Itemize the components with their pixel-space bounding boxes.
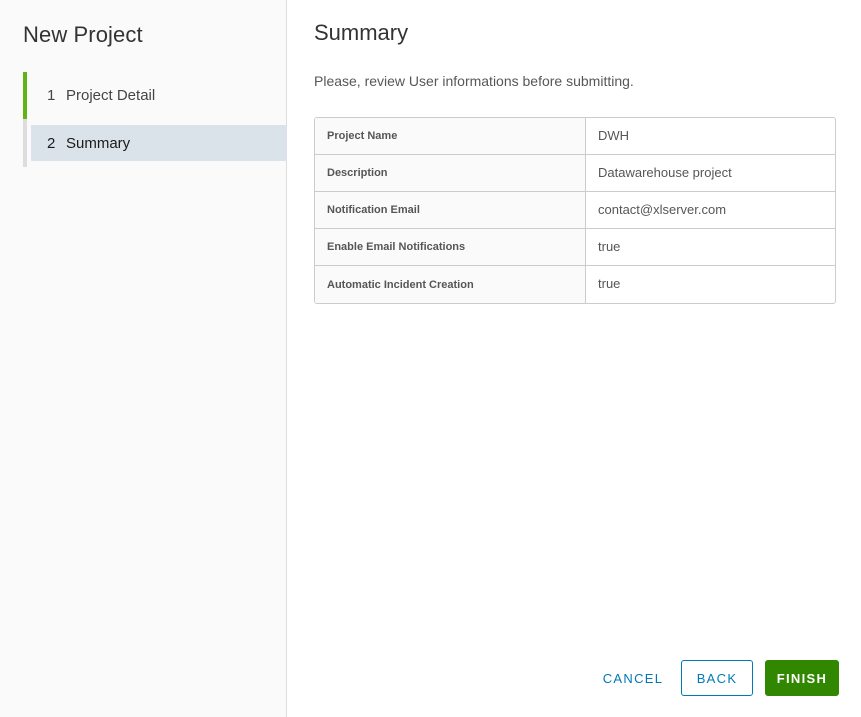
step-label: Project Detail	[66, 87, 156, 104]
wizard-step-project-detail-link[interactable]: 1 Project Detail	[31, 72, 287, 119]
wizard-title: New Project	[23, 22, 143, 47]
row-value: Datawarehouse project	[586, 155, 835, 192]
back-button[interactable]: BACK	[681, 660, 753, 696]
row-value: true	[598, 276, 621, 291]
page-subtitle: Please, review User informations before …	[314, 73, 634, 89]
row-key: Project Name	[315, 118, 586, 155]
summary-table: Project Name DWH Description Datawarehou…	[314, 117, 836, 304]
wizard-step-list: 1 Project Detail 2 Summary	[23, 72, 287, 167]
row-value: contact@xlserver.com	[586, 192, 835, 229]
step-number: 2	[47, 134, 56, 152]
step-label: Summary	[66, 134, 131, 152]
row-key: Notification Email	[315, 192, 586, 229]
page-title: Summary	[314, 20, 409, 45]
table-row: Notification Email contact@xlserver.com	[315, 192, 835, 229]
table-row: Enable Email Notifications true	[315, 229, 835, 266]
wizard-step-summary[interactable]: 2 Summary	[23, 119, 287, 167]
wizard-step-project-detail[interactable]: 1 Project Detail	[23, 72, 287, 119]
wizard-content: Summary Please, review User informations…	[288, 0, 861, 717]
row-key: Automatic Incident Creation	[315, 266, 586, 303]
step-number: 1	[47, 87, 56, 104]
finish-button[interactable]: FINISH	[765, 660, 839, 696]
row-value: DWH	[586, 118, 835, 155]
table-row: Project Name DWH	[315, 118, 835, 155]
wizard-sidebar: New Project 1 Project Detail 2 Summary	[0, 0, 287, 717]
wizard-footer: CANCEL BACK FINISH	[597, 660, 839, 696]
table-row: Automatic Incident Creation true	[315, 266, 835, 303]
row-key: Enable Email Notifications	[315, 229, 586, 266]
table-row: Description Datawarehouse project	[315, 155, 835, 192]
row-key: Description	[315, 155, 586, 192]
row-value: true	[586, 229, 835, 266]
wizard-step-summary-link[interactable]: 2 Summary	[31, 125, 287, 161]
cancel-button[interactable]: CANCEL	[597, 660, 669, 696]
